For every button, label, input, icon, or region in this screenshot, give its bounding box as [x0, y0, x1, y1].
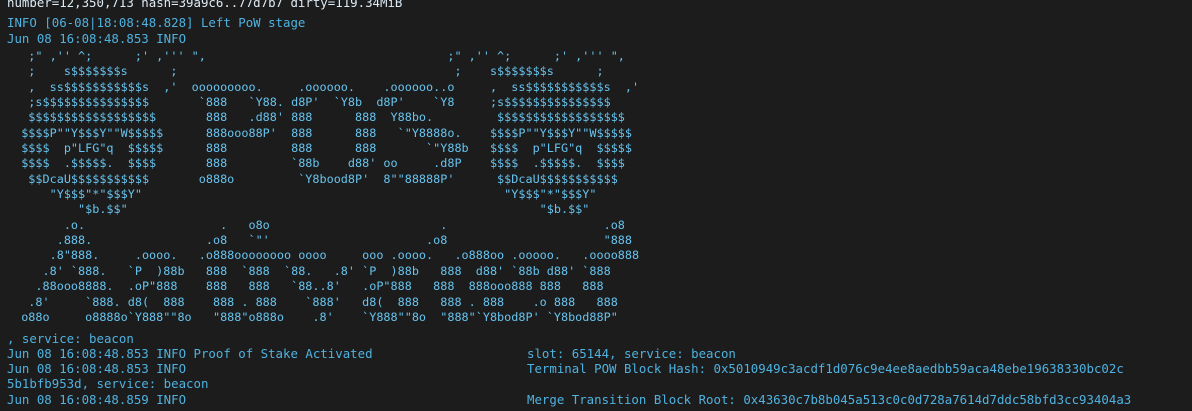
log-line-hash-tail: 5b1bfb953d, service: beacon	[7, 376, 209, 391]
log-line-info-2: Jun 08 16:08:48.853 INFO	[7, 361, 187, 376]
log-line-service-beacon: , service: beacon	[7, 331, 134, 346]
log-line-merge-transition-root: Merge Transition Block Root: 0x43630c7b8…	[527, 392, 1132, 407]
log-line-info-header: Jun 08 16:08:48.853 INFO	[7, 31, 187, 46]
log-line-terminal-pow-hash: Terminal POW Block Hash: 0x5010949c3acdf…	[527, 361, 1124, 376]
log-line-pow-stats: number=12,350,713 hash=39a9c6..77d7b7 di…	[7, 0, 403, 10]
ascii-art-banner: ;" ,'' ^; ;' ,''' ", ;" ,'' ^; ;' ,''' "…	[21, 49, 640, 324]
log-line-left-pow-stage: INFO [06-08|18:08:48.828] Left PoW stage	[7, 15, 306, 30]
terminal-window[interactable]: number=12,350,713 hash=39a9c6..77d7b7 di…	[0, 0, 1192, 411]
log-line-slot: slot: 65144, service: beacon	[527, 346, 736, 361]
log-line-info-3: Jun 08 16:08:48.859 INFO	[7, 392, 187, 407]
log-line-proof-of-stake: Jun 08 16:08:48.853 INFO Proof of Stake …	[7, 346, 373, 361]
